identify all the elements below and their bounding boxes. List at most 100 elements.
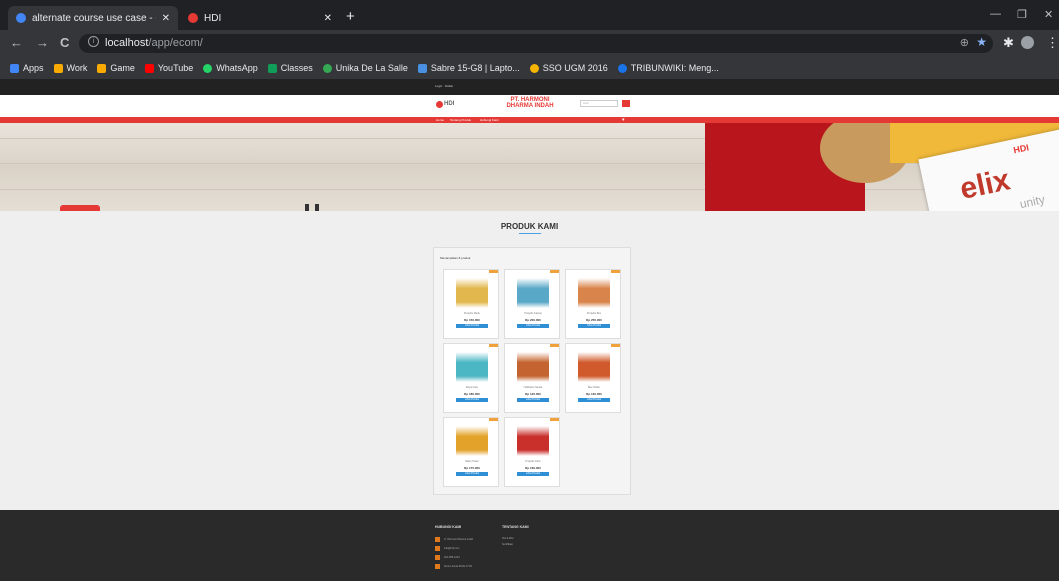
hdi-logo-text[interactable]: HDI — [444, 101, 454, 107]
bookmark-label: SSO UGM 2016 — [542, 63, 608, 73]
view-product-button[interactable]: Lihat Produk — [578, 398, 610, 402]
bookmark-sso-ugm[interactable]: SSO UGM 2016 — [529, 63, 608, 73]
site-footer — [0, 510, 1059, 581]
bookmark-tribunwiki[interactable]: TRIBUNWIKI: Meng... — [617, 63, 719, 73]
product-image — [517, 426, 549, 456]
youtube-icon — [144, 63, 154, 73]
bookmark-work[interactable]: Work — [53, 63, 87, 73]
url-text: localhost/app/ecom/ — [105, 37, 203, 49]
reload-button[interactable]: C — [60, 35, 69, 50]
bookmark-unika[interactable]: Unika De La Salle — [322, 63, 408, 73]
tribun-icon — [617, 63, 627, 73]
forward-button[interactable]: → — [36, 35, 49, 50]
nav-tentang-produk[interactable]: Tentang Produk — [450, 118, 471, 122]
product-price: Rp 250.000 — [586, 318, 602, 322]
bookmark-apps[interactable]: Apps — [10, 63, 44, 73]
site-info-icon[interactable]: i — [88, 36, 99, 47]
product-card[interactable]: Propolis Madu Rp 150.000 Lihat Produk — [443, 269, 499, 339]
bookmarks-bar: Apps Work Game YouTube WhatsApp Classes … — [0, 57, 1059, 80]
google-favicon-icon — [16, 13, 26, 23]
footer-phone: 021-555-1234 — [435, 555, 460, 560]
product-card[interactable]: Propolis Box Rp 250.000 Lihat Produk — [565, 269, 621, 339]
product-price: Rp 150.000 — [464, 318, 480, 322]
hero-product-title: elix — [957, 163, 1013, 206]
product-name: Bee Pollen — [587, 386, 601, 389]
new-tab-button[interactable]: + — [346, 9, 355, 24]
view-product-button[interactable]: Lihat Produk — [456, 398, 488, 402]
zoom-icon[interactable]: ⊕ — [960, 36, 969, 49]
product-badge — [550, 344, 559, 347]
footer-address-text: Jl. Harmoni Dharma Indah — [444, 538, 474, 541]
footer-phone-text: 021-555-1234 — [444, 556, 460, 559]
product-card[interactable]: Propolis Pack Rp 160.000 Lihat Produk — [504, 417, 560, 487]
extensions-icon[interactable]: ✱ — [1003, 35, 1014, 50]
browser-tab-strip: alternate course use case - Goog ✕ HDI ✕… — [0, 0, 1059, 30]
login-link[interactable]: Login — [435, 84, 442, 88]
bookmark-youtube[interactable]: YouTube — [144, 63, 193, 73]
url-path: /app/ecom/ — [148, 37, 203, 49]
bookmark-label: Game — [110, 63, 135, 73]
back-button[interactable]: ← — [10, 35, 23, 50]
hero-banner: HDI elix unity — [0, 123, 1059, 211]
product-badge — [611, 270, 620, 273]
footer-hours: Senin-Jumat 08:00-17:00 — [435, 564, 472, 569]
product-card[interactable]: Madu Hutan Rp 175.000 Lihat Produk — [443, 417, 499, 487]
tab-title: alternate course use case - Goog — [32, 12, 156, 24]
product-card[interactable]: Propolis Kapsul Rp 200.000 Lihat Produk — [504, 269, 560, 339]
chrome-menu-icon[interactable]: ⋮ — [1046, 35, 1059, 50]
hero-red-shape — [60, 205, 100, 211]
hdi-favicon-icon — [188, 13, 198, 23]
view-product-button[interactable]: Lihat Produk — [517, 472, 549, 476]
bookmark-sabre[interactable]: Sabre 15-G8 | Lapto... — [417, 63, 520, 73]
products-caption: Menampilkan 8 produk — [440, 256, 471, 260]
browser-tab-hdi[interactable]: HDI ✕ — [180, 6, 340, 30]
nav-home[interactable]: Home — [436, 118, 444, 122]
maximize-window-button[interactable]: ❐ — [1017, 8, 1027, 21]
ugm-icon — [529, 63, 539, 73]
view-product-button[interactable]: Lihat Produk — [578, 324, 610, 328]
unika-icon — [322, 63, 332, 73]
bookmark-game[interactable]: Game — [97, 63, 135, 73]
product-card[interactable]: Bee Pollen Rp 130.000 Lihat Produk — [565, 343, 621, 413]
bookmark-label: WhatsApp — [216, 63, 258, 73]
browser-tab-active[interactable]: alternate course use case - Goog ✕ — [8, 6, 178, 30]
product-price: Rp 130.000 — [586, 392, 602, 396]
bookmark-classes[interactable]: Classes — [267, 63, 313, 73]
product-card[interactable]: Royal Jelly Rp 180.000 Lihat Produk — [443, 343, 499, 413]
footer-link-visi[interactable]: Visi & Misi — [502, 537, 513, 540]
hero-product-sub: unity — [1018, 192, 1047, 211]
close-tab-icon[interactable]: ✕ — [162, 13, 170, 24]
clock-icon — [435, 564, 440, 569]
close-window-button[interactable]: ✕ — [1044, 8, 1053, 21]
profile-avatar[interactable] — [1021, 36, 1034, 49]
product-name: Propolis Kapsul — [524, 312, 542, 315]
minimize-window-button[interactable]: — — [990, 8, 1001, 20]
footer-about-title: TENTANG KAMI — [502, 525, 529, 529]
address-bar[interactable]: i localhost/app/ecom/ ⊕ ★ — [79, 34, 993, 53]
view-product-button[interactable]: Lihat Produk — [517, 398, 549, 402]
product-name: Madu Hutan — [465, 460, 479, 463]
title-underline — [519, 233, 541, 234]
site-topbar: Login Daftar — [0, 79, 1059, 95]
bookmark-whatsapp[interactable]: WhatsApp — [203, 63, 258, 73]
product-image — [456, 278, 488, 308]
footer-email-text: info@hdi.com — [444, 547, 460, 550]
view-product-button[interactable]: Lihat Produk — [456, 324, 488, 328]
register-link[interactable]: Daftar — [445, 84, 453, 88]
nav-hubungi-kami[interactable]: Hubungi Kami — [480, 118, 499, 122]
product-badge — [611, 344, 620, 347]
product-image — [517, 352, 549, 382]
search-button[interactable] — [622, 100, 630, 107]
product-price: Rp 175.000 — [464, 466, 480, 470]
close-tab-icon[interactable]: ✕ — [324, 13, 332, 24]
footer-link-sertifikasi[interactable]: Sertifikasi — [502, 543, 513, 546]
product-badge — [489, 270, 498, 273]
product-badge — [489, 344, 498, 347]
view-product-button[interactable]: Lihat Produk — [456, 472, 488, 476]
product-card[interactable]: Habbatus Sauda Rp 120.000 Lihat Produk — [504, 343, 560, 413]
view-product-button[interactable]: Lihat Produk — [517, 324, 549, 328]
brand-line-2: DHARMA INDAH — [506, 103, 554, 109]
bookmark-star-icon[interactable]: ★ — [976, 35, 987, 49]
search-input[interactable]: Cari — [580, 100, 618, 107]
product-price: Rp 180.000 — [464, 392, 480, 396]
